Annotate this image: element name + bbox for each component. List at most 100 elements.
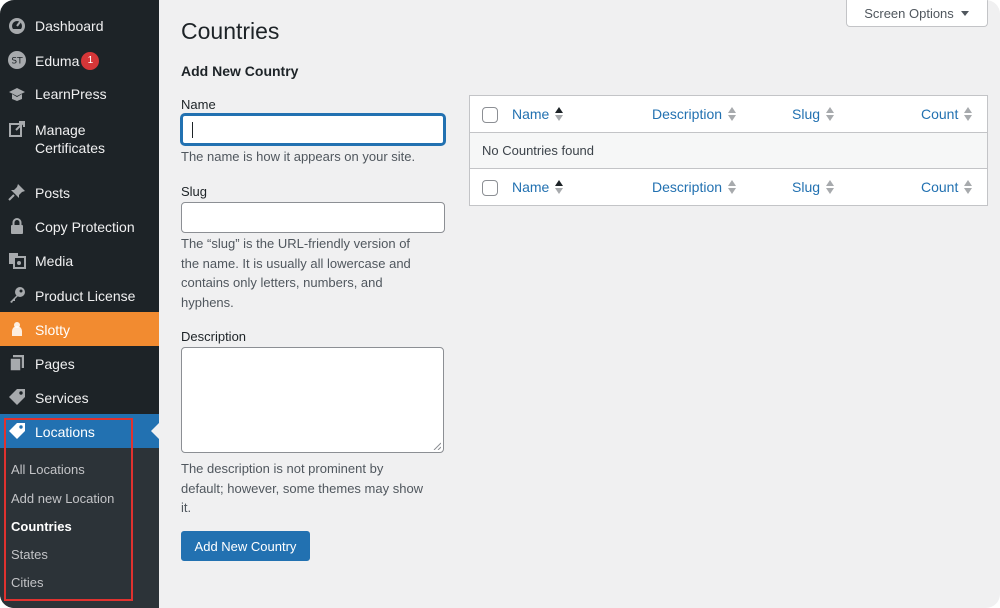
- column-label: Description: [652, 106, 723, 122]
- sort-arrows-icon: [826, 180, 835, 194]
- sort-arrows-icon: [728, 107, 737, 121]
- column-label: Count: [921, 179, 959, 195]
- column-footer-name[interactable]: Name: [512, 179, 564, 195]
- description-textarea[interactable]: [181, 347, 444, 453]
- graduation-cap-icon: [8, 85, 26, 103]
- page-title: Countries: [181, 18, 280, 44]
- sort-arrows-icon: [555, 107, 564, 121]
- column-footer-count[interactable]: Count: [921, 179, 973, 195]
- column-footer-description[interactable]: Description: [652, 179, 737, 195]
- column-label: Slug: [792, 179, 821, 195]
- description-help-text: The description is not prominent by defa…: [181, 459, 446, 518]
- text-caret: [192, 122, 193, 138]
- sidebar-item-label: Locations: [35, 424, 95, 440]
- key-icon: [8, 286, 26, 304]
- sort-arrows-icon: [964, 180, 973, 194]
- sidebar-item-label: Media: [35, 253, 74, 269]
- submenu-item-cities[interactable]: Cities: [11, 575, 44, 591]
- dashboard-gauge-icon: [8, 16, 26, 34]
- sidebar-item-locations[interactable]: Locations: [0, 414, 159, 448]
- column-label: Description: [652, 179, 723, 195]
- help-line: default; however, some themes may show: [181, 480, 424, 496]
- column-label: Count: [921, 106, 959, 122]
- sidebar-item-label: Pages: [35, 356, 75, 372]
- sort-arrows-icon: [728, 180, 737, 194]
- sidebar-item-label-line1: Manage: [35, 122, 86, 138]
- tag-icon: [8, 388, 26, 406]
- sidebar-item-manage-certificates[interactable]: Manage Certificates: [0, 112, 159, 170]
- sort-arrows-icon: [964, 107, 973, 121]
- select-all-checkbox[interactable]: [482, 107, 498, 123]
- sidebar-item-label: LearnPress: [35, 86, 107, 102]
- admin-sidebar: Dashboard ST Eduma 1 LearnPress Manage Ce…: [0, 0, 159, 608]
- caret-down-icon: [960, 6, 970, 21]
- submenu-item-all-locations[interactable]: All Locations: [11, 462, 85, 478]
- submenu-item-countries[interactable]: Countries: [11, 519, 72, 535]
- people-icon: [8, 320, 26, 338]
- select-all-checkbox-footer[interactable]: [482, 180, 498, 196]
- active-indicator: [151, 423, 159, 439]
- eduma-logo-icon: ST: [8, 51, 26, 69]
- sort-arrows-icon: [555, 180, 564, 194]
- submenu-item-states[interactable]: States: [11, 547, 48, 563]
- column-header-description[interactable]: Description: [652, 106, 737, 122]
- slug-label: Slug: [181, 184, 208, 199]
- name-label: Name: [181, 97, 216, 112]
- column-footer-slug[interactable]: Slug: [792, 179, 835, 195]
- help-line: hyphens.: [181, 294, 234, 310]
- column-label: Name: [512, 179, 550, 195]
- lock-icon: [8, 217, 26, 235]
- name-input[interactable]: [181, 114, 445, 145]
- sidebar-item-label: Product License: [35, 288, 136, 304]
- description-label: Description: [181, 329, 247, 344]
- slug-help-text: The “slug” is the URL-friendly version o…: [181, 234, 446, 312]
- empty-table-message: No Countries found: [482, 143, 595, 158]
- help-line: it.: [181, 500, 192, 516]
- locations-submenu: All Locations Add new Location Countries…: [0, 448, 159, 608]
- screen-options-label: Screen Options: [864, 5, 954, 21]
- sidebar-item-learnpress[interactable]: LearnPress: [0, 76, 159, 110]
- external-link-icon: [8, 120, 26, 138]
- sort-arrows-icon: [826, 107, 835, 121]
- svg-text:ST: ST: [11, 57, 23, 67]
- column-header-slug[interactable]: Slug: [792, 106, 835, 122]
- sidebar-item-label: Dashboard: [35, 18, 104, 34]
- countries-table: Name Description Slug Count No Countries…: [469, 95, 988, 206]
- sidebar-item-label: Copy Protection: [35, 219, 135, 235]
- sidebar-item-product-license[interactable]: Product License: [0, 277, 159, 311]
- submenu-item-add-new-location[interactable]: Add new Location: [11, 491, 114, 507]
- help-line: the name. It is usually all lowercase an…: [181, 255, 411, 271]
- app-window: Dashboard ST Eduma 1 LearnPress Manage Ce…: [0, 0, 1000, 608]
- sidebar-item-label: Eduma: [35, 53, 80, 69]
- screen-options-button[interactable]: Screen Options: [846, 0, 988, 27]
- sidebar-item-pages[interactable]: Pages: [0, 346, 159, 380]
- column-label: Slug: [792, 106, 821, 122]
- table-footer-row: Name Description Slug Count: [470, 169, 987, 205]
- column-header-count[interactable]: Count: [921, 106, 973, 122]
- media-icon: [8, 251, 26, 269]
- column-label: Name: [512, 106, 550, 122]
- help-line: contains only letters, numbers, and: [181, 275, 383, 291]
- sidebar-item-dashboard[interactable]: Dashboard: [0, 8, 159, 42]
- notification-badge: 1: [81, 52, 100, 70]
- sidebar-item-media[interactable]: Media: [0, 243, 159, 277]
- resize-grip-icon[interactable]: [433, 442, 441, 450]
- tag-icon: [8, 422, 26, 440]
- add-new-country-button[interactable]: Add New Country: [181, 531, 310, 561]
- sidebar-item-copy-protection[interactable]: Copy Protection: [0, 209, 159, 243]
- help-line: The description is not prominent by: [181, 461, 384, 476]
- sidebar-item-label-line2: Certificates: [35, 140, 106, 156]
- sidebar-item-label: Services: [35, 390, 89, 406]
- sidebar-item-posts[interactable]: Posts: [0, 175, 159, 209]
- column-header-name[interactable]: Name: [512, 106, 564, 122]
- help-line: The “slug” is the URL-friendly version o…: [181, 236, 411, 251]
- table-header-row: Name Description Slug Count: [470, 96, 987, 133]
- pushpin-icon: [8, 183, 26, 201]
- sidebar-item-slotty[interactable]: Slotty: [0, 312, 159, 346]
- sidebar-item-label: Posts: [35, 185, 71, 201]
- name-help-text: The name is how it appears on your site.: [181, 149, 416, 164]
- sidebar-item-eduma[interactable]: ST Eduma 1: [0, 42, 159, 76]
- slug-input[interactable]: [181, 202, 445, 233]
- sidebar-item-services[interactable]: Services: [0, 380, 159, 414]
- sidebar-item-label: Slotty: [35, 322, 71, 338]
